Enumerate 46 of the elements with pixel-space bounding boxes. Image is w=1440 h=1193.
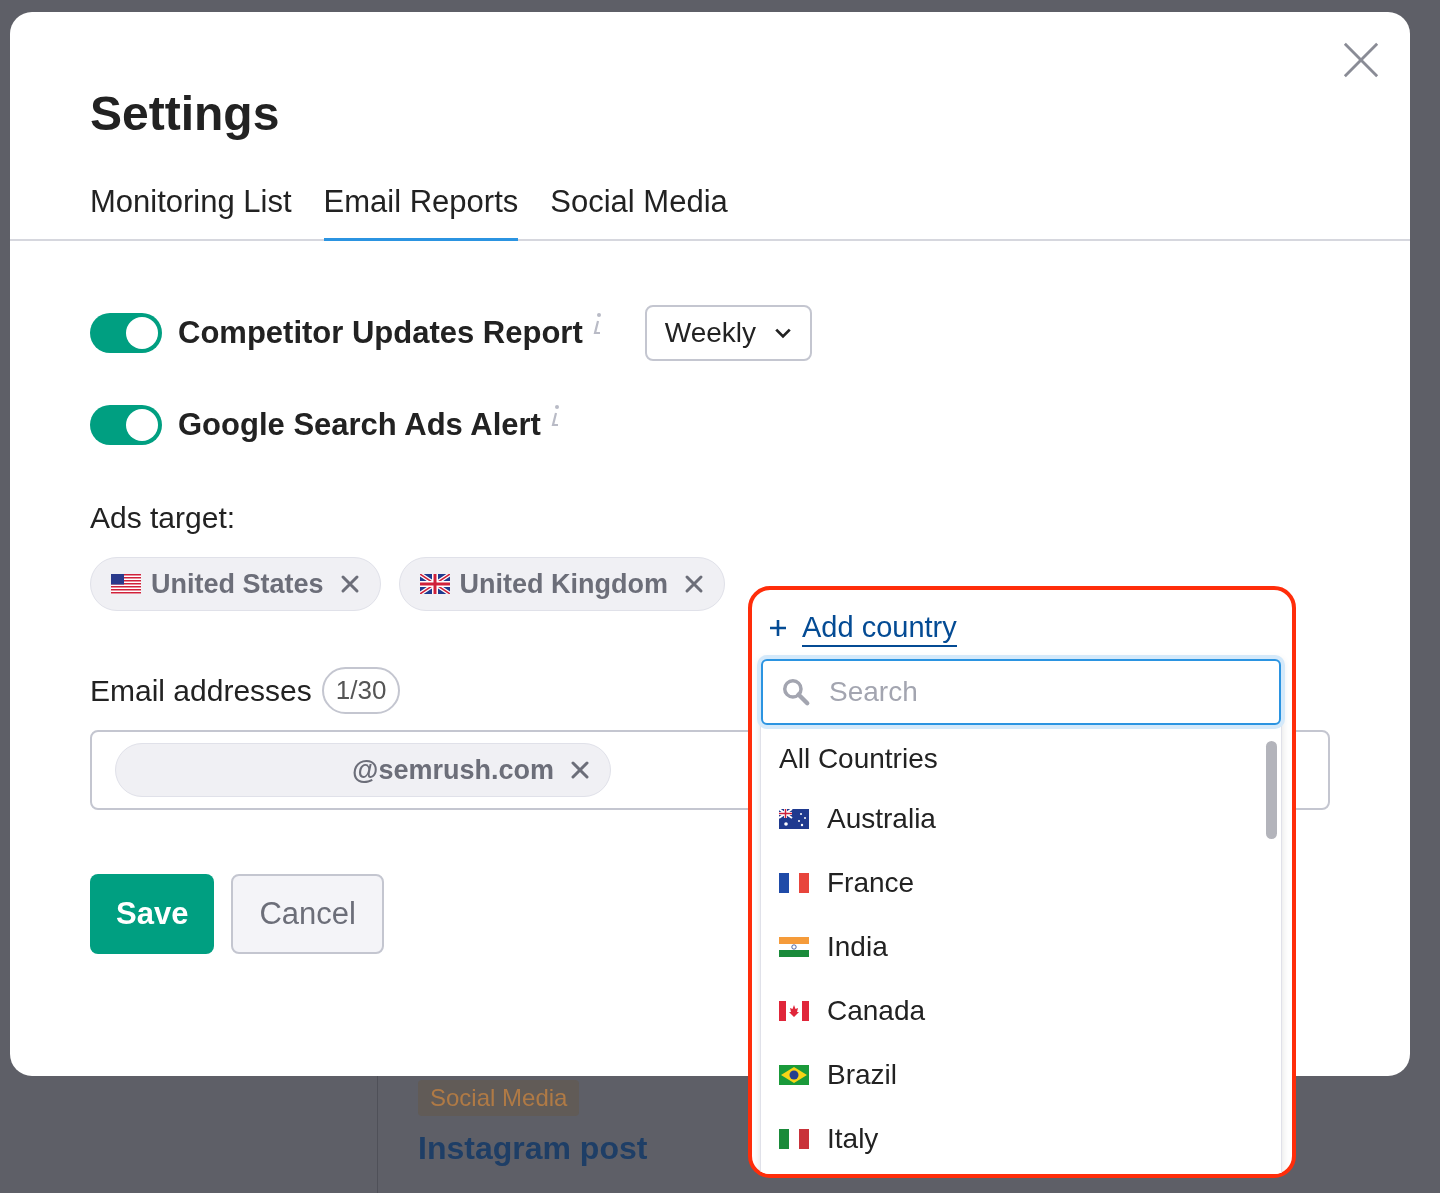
chip-label: @semrush.com [352, 754, 554, 786]
flag-icon [779, 937, 809, 957]
tab[interactable]: Monitoring List [90, 184, 292, 241]
country-option[interactable]: India [779, 915, 1281, 979]
country-option[interactable]: France [779, 851, 1281, 915]
tab[interactable]: Email Reports [323, 184, 519, 241]
close-icon[interactable] [570, 760, 590, 780]
country-option[interactable]: Italy [779, 1107, 1281, 1171]
country-option[interactable]: Brazil [779, 1043, 1281, 1107]
option-label: India [827, 931, 888, 963]
option-label: All Countries [779, 743, 938, 775]
option-label: Canada [827, 995, 926, 1027]
search-field[interactable]: Search [761, 659, 1281, 725]
report-label: Competitor Updates Report [178, 315, 583, 351]
plus-icon[interactable] [768, 618, 788, 638]
scrollbar-thumb[interactable] [1266, 741, 1277, 839]
dialog-title: Settings [90, 86, 280, 142]
cancel-button[interactable]: Cancel [231, 874, 384, 954]
report-label: Google Search Ads Alert [178, 407, 541, 443]
chip-label: United Kingdom [459, 568, 669, 600]
flag-icon [779, 1129, 809, 1149]
toggle-switch[interactable] [90, 313, 162, 353]
country-option[interactable]: Canada [779, 979, 1281, 1043]
flag-icon [779, 873, 809, 893]
flag-icon [779, 1001, 809, 1021]
option-label: Brazil [827, 1059, 897, 1091]
option-label: France [827, 867, 915, 899]
chip-label: United States [151, 568, 324, 600]
flag-icon [419, 574, 450, 594]
close-icon[interactable] [339, 574, 360, 594]
section-label: Email addresses [90, 673, 312, 708]
toggle-switch[interactable] [90, 405, 162, 445]
add-country-link[interactable]: Add country [802, 609, 957, 647]
tag-label: Social Media [418, 1080, 580, 1116]
option-label: Italy [827, 1123, 879, 1155]
flag-icon [111, 574, 141, 594]
count-badge: 1/30 [321, 667, 401, 714]
close-icon[interactable] [684, 574, 705, 594]
search-icon [781, 677, 811, 707]
flag-icon [779, 809, 809, 829]
country-option[interactable]: All Countries [779, 739, 1281, 779]
frequency-dropdown[interactable]: Weekly [644, 305, 813, 361]
flag-icon [779, 1065, 809, 1085]
chevron-down-icon [774, 327, 793, 339]
tab[interactable]: Social Media [550, 184, 728, 241]
section-label: Ads target: [90, 501, 237, 535]
